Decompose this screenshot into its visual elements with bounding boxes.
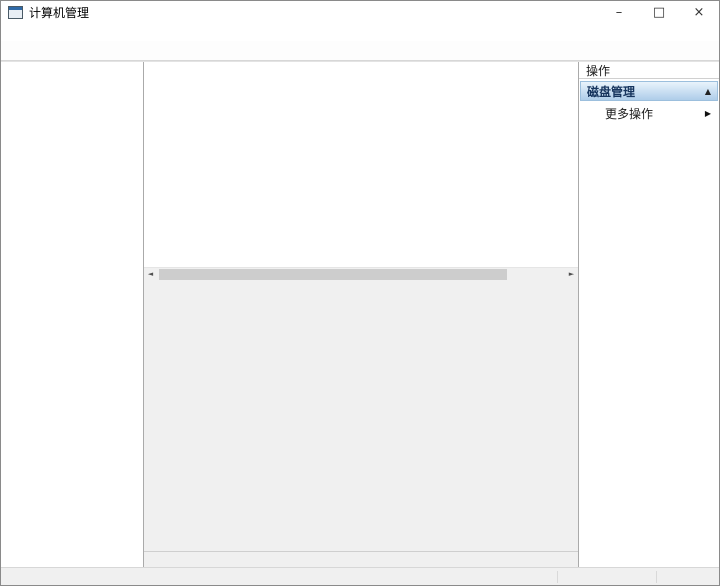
actions-section-label: 磁盘管理: [587, 84, 636, 99]
title-bar: 计算机管理 – □ ×: [1, 1, 719, 23]
menu-bar: [1, 23, 719, 41]
more-actions-label: 更多操作: [605, 106, 654, 121]
close-button[interactable]: ×: [679, 1, 719, 23]
actions-pane-title: 操作: [579, 62, 719, 79]
collapse-icon[interactable]: ▲: [705, 87, 711, 96]
scroll-right-icon[interactable]: ►: [565, 268, 578, 281]
status-separator: [656, 570, 657, 583]
window-title: 计算机管理: [29, 5, 90, 20]
submenu-arrow-icon: ▶: [704, 108, 711, 118]
status-bar: [1, 567, 719, 585]
scrollbar-track[interactable]: [157, 268, 565, 281]
minimize-button[interactable]: –: [599, 1, 639, 23]
app-icon: [8, 5, 23, 19]
actions-pane: 操作 磁盘管理 ▲ 更多操作 ▶: [579, 62, 719, 567]
toolbar: [1, 41, 719, 61]
scroll-left-icon[interactable]: ◄: [144, 268, 157, 281]
status-separator: [557, 570, 558, 583]
graphical-view: [144, 280, 578, 551]
horizontal-scrollbar[interactable]: ◄ ►: [144, 267, 578, 280]
disk-management-pane: ◄ ►: [144, 62, 579, 567]
actions-section-disk-management[interactable]: 磁盘管理 ▲: [580, 81, 718, 101]
console-tree: [1, 62, 144, 567]
partition-legend: [144, 551, 578, 567]
maximize-button[interactable]: □: [639, 1, 679, 23]
more-actions-item[interactable]: 更多操作 ▶: [579, 103, 719, 123]
volume-list: [144, 62, 578, 267]
scrollbar-thumb[interactable]: [159, 268, 507, 280]
computer-management-window: 计算机管理 – □ × ◄ ► 操作 磁盘管理 ▲ 更多操作 ▶: [0, 0, 720, 586]
